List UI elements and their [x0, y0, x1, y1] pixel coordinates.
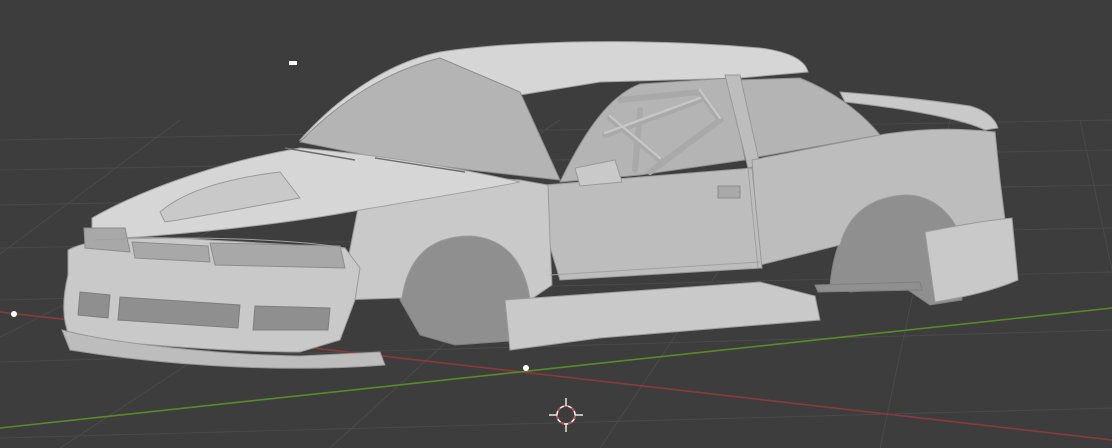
origin-dot-icon[interactable]	[11, 311, 17, 317]
selected-vertex[interactable]	[289, 61, 297, 65]
3d-cursor-icon[interactable]	[549, 398, 583, 432]
viewport-overlays	[11, 61, 583, 432]
origin-dot-icon[interactable]	[523, 365, 529, 371]
3d-viewport[interactable]	[0, 0, 1112, 448]
